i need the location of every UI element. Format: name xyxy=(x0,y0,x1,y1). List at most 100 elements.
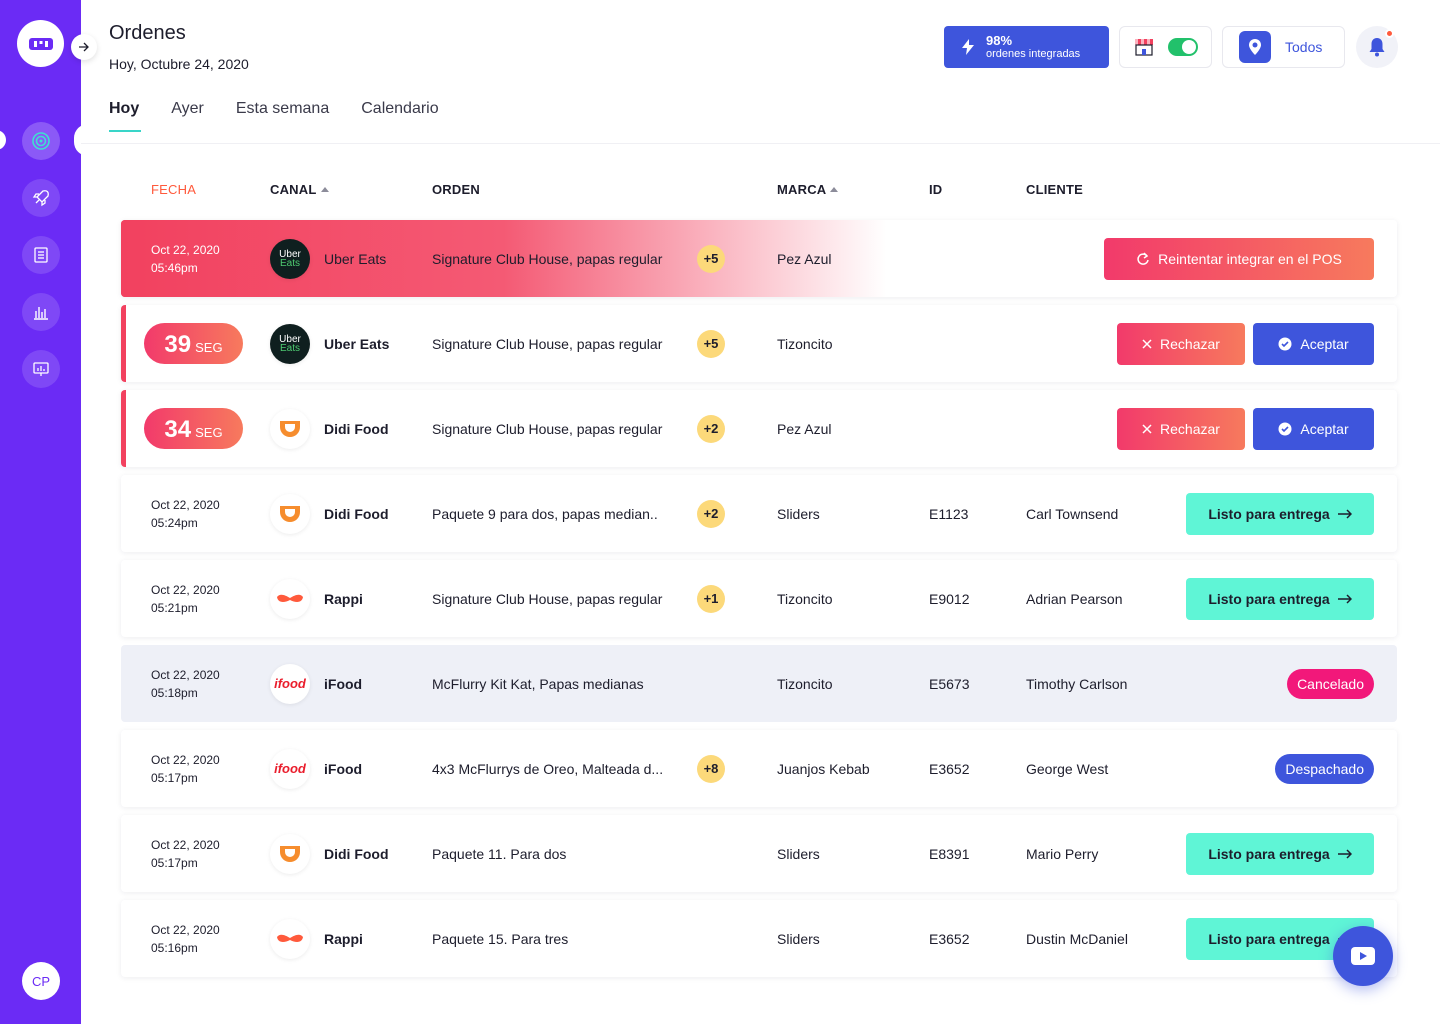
tab-ayer[interactable]: Ayer xyxy=(171,100,204,132)
order-items: Signature Club House, papas regular xyxy=(432,590,663,607)
table-row[interactable]: Oct 22, 2020 05:16pm Rappi Paquete 15. P… xyxy=(121,900,1397,977)
video-help-button[interactable] xyxy=(1333,926,1393,986)
order-id: E5673 xyxy=(929,675,970,692)
order-id: E8391 xyxy=(929,845,970,862)
timer-unit: SEG xyxy=(195,425,223,440)
retry-pos-button[interactable]: Reintentar integrar en el POS xyxy=(1104,237,1374,280)
page-title: Ordenes xyxy=(109,22,186,44)
ready-for-delivery-button[interactable]: Listo para entrega xyxy=(1186,832,1374,875)
brand: Juanjos Kebab xyxy=(777,760,870,777)
brand: Tizoncito xyxy=(777,590,833,607)
column-header-id[interactable]: ID xyxy=(929,182,942,197)
table-row[interactable]: Oct 22, 2020 05:17pm Didi Food Paquete 1… xyxy=(121,815,1397,892)
client-name: Adrian Pearson xyxy=(1026,590,1123,607)
extra-items-badge[interactable]: +2 xyxy=(697,499,725,528)
table-row[interactable]: Oct 22, 2020 05:18pm ifood iFood McFlurr… xyxy=(121,645,1397,722)
avatar[interactable]: CP xyxy=(22,962,60,1000)
table-row[interactable]: Oct 22, 2020 05:46pm Uber Eats Uber Eats … xyxy=(121,220,1397,297)
client-name: Carl Townsend xyxy=(1026,505,1119,522)
order-date: Oct 22, 2020 05:24pm xyxy=(151,475,220,552)
nav-item-analytics[interactable] xyxy=(22,293,60,331)
arrow-right-icon xyxy=(79,42,89,52)
brand: Tizoncito xyxy=(777,675,833,692)
table-row[interactable]: Oct 22, 2020 05:21pm Rappi Signature Clu… xyxy=(121,560,1397,637)
location-filter[interactable]: Todos xyxy=(1222,26,1345,68)
uber-eats-logo: Uber Eats xyxy=(270,323,310,364)
order-date-time: 05:24pm xyxy=(151,515,198,530)
reject-button[interactable]: Rechazar xyxy=(1117,407,1245,450)
countdown-timer: 34 SEG xyxy=(144,408,243,449)
row-actions: Rechazar Aceptar xyxy=(1117,390,1374,467)
nav-item-launch[interactable] xyxy=(22,179,60,217)
accept-button[interactable]: Aceptar xyxy=(1253,322,1374,365)
timer-seconds: 39 xyxy=(164,331,192,358)
reject-button[interactable]: Rechazar xyxy=(1117,322,1245,365)
arrow-right-icon xyxy=(1337,848,1352,859)
rappi-logo xyxy=(270,578,310,619)
store-open-toggle[interactable] xyxy=(1168,38,1198,56)
channel: Didi Food xyxy=(270,475,389,552)
order: Signature Club House, papas regular +5 xyxy=(432,220,725,297)
broadcast-icon xyxy=(32,132,50,150)
client-name: Dustin McDaniel xyxy=(1026,930,1128,947)
expand-sidebar-button[interactable] xyxy=(71,34,97,60)
integration-percent: 98% xyxy=(986,32,1013,48)
tab-calendario[interactable]: Calendario xyxy=(361,100,438,132)
page-date: Hoy, Octubre 24, 2020 xyxy=(109,56,249,72)
order: McFlurry Kit Kat, Papas medianas xyxy=(432,645,687,722)
ready-for-delivery-button[interactable]: Listo para entrega xyxy=(1186,577,1374,620)
bolt-icon xyxy=(962,39,974,55)
retry-pos-label: Reintentar integrar en el POS xyxy=(1158,250,1342,267)
tabs: Hoy Ayer Esta semana Calendario xyxy=(109,100,471,132)
order: Signature Club House, papas regular +5 xyxy=(432,305,725,382)
arrow-right-icon xyxy=(1337,508,1352,519)
channel-name: Uber Eats xyxy=(324,250,387,267)
order: Paquete 15. Para tres xyxy=(432,900,687,977)
column-header-fecha[interactable]: FECHA xyxy=(151,182,196,197)
order-date: Oct 22, 2020 05:16pm xyxy=(151,900,220,977)
accept-button[interactable]: Aceptar xyxy=(1253,407,1374,450)
order-date: Oct 22, 2020 05:17pm xyxy=(151,730,220,807)
order-date-day: Oct 22, 2020 xyxy=(151,497,220,512)
brand: Tizoncito xyxy=(777,335,833,352)
extra-items-badge[interactable]: +5 xyxy=(697,244,725,273)
app-logo[interactable] xyxy=(17,20,64,67)
table-row[interactable]: 34 SEG Didi Food Signature Club House, pa… xyxy=(121,390,1397,467)
order-date-time: 05:18pm xyxy=(151,685,198,700)
ready-for-delivery-button[interactable]: Listo para entrega xyxy=(1186,492,1374,535)
row-actions: Listo para entrega xyxy=(1186,475,1374,552)
order-id: E3652 xyxy=(929,760,970,777)
extra-items-badge[interactable]: +5 xyxy=(697,329,725,358)
timer-unit: SEG xyxy=(195,340,223,355)
extra-items-badge[interactable]: +8 xyxy=(697,754,725,783)
didi-food-logo xyxy=(270,408,310,449)
column-header-cliente[interactable]: CLIENTE xyxy=(1026,182,1083,197)
column-header-orden[interactable]: ORDEN xyxy=(432,182,480,197)
row-actions: Listo para entrega xyxy=(1186,815,1374,892)
tab-hoy[interactable]: Hoy xyxy=(109,100,142,132)
table-row[interactable]: 39 SEG Uber Eats Uber Eats Signature Club … xyxy=(121,305,1397,382)
brand: Sliders xyxy=(777,845,820,862)
channel: Rappi xyxy=(270,900,363,977)
ifood-logo: ifood xyxy=(270,663,310,704)
ready-label: Listo para entrega xyxy=(1208,845,1330,862)
channel: ifood iFood xyxy=(270,645,362,722)
extra-items-badge[interactable]: +2 xyxy=(697,414,725,443)
table-row[interactable]: Oct 22, 2020 05:24pm Didi Food Paquete 9… xyxy=(121,475,1397,552)
extra-items-badge[interactable]: +1 xyxy=(697,584,725,613)
table-row[interactable]: Oct 22, 2020 05:17pm ifood iFood 4x3 McF… xyxy=(121,730,1397,807)
nav-item-reports[interactable] xyxy=(22,350,60,388)
integration-status-button[interactable]: 98% ordenes integradas xyxy=(944,26,1109,68)
robot-icon xyxy=(28,37,53,50)
nav-item-menu[interactable] xyxy=(22,236,60,274)
refresh-icon xyxy=(1137,251,1149,265)
channel-name: Didi Food xyxy=(324,505,389,522)
active-indicator xyxy=(0,130,6,150)
column-header-canal[interactable]: CANAL xyxy=(270,182,329,197)
sidebar: CP xyxy=(0,0,81,1024)
tab-esta-semana[interactable]: Esta semana xyxy=(236,100,329,132)
column-header-canal-label: CANAL xyxy=(270,182,317,197)
column-header-marca[interactable]: MARCA xyxy=(777,182,839,197)
bar-chart-icon xyxy=(34,307,48,320)
nav-item-orders[interactable] xyxy=(22,122,60,160)
